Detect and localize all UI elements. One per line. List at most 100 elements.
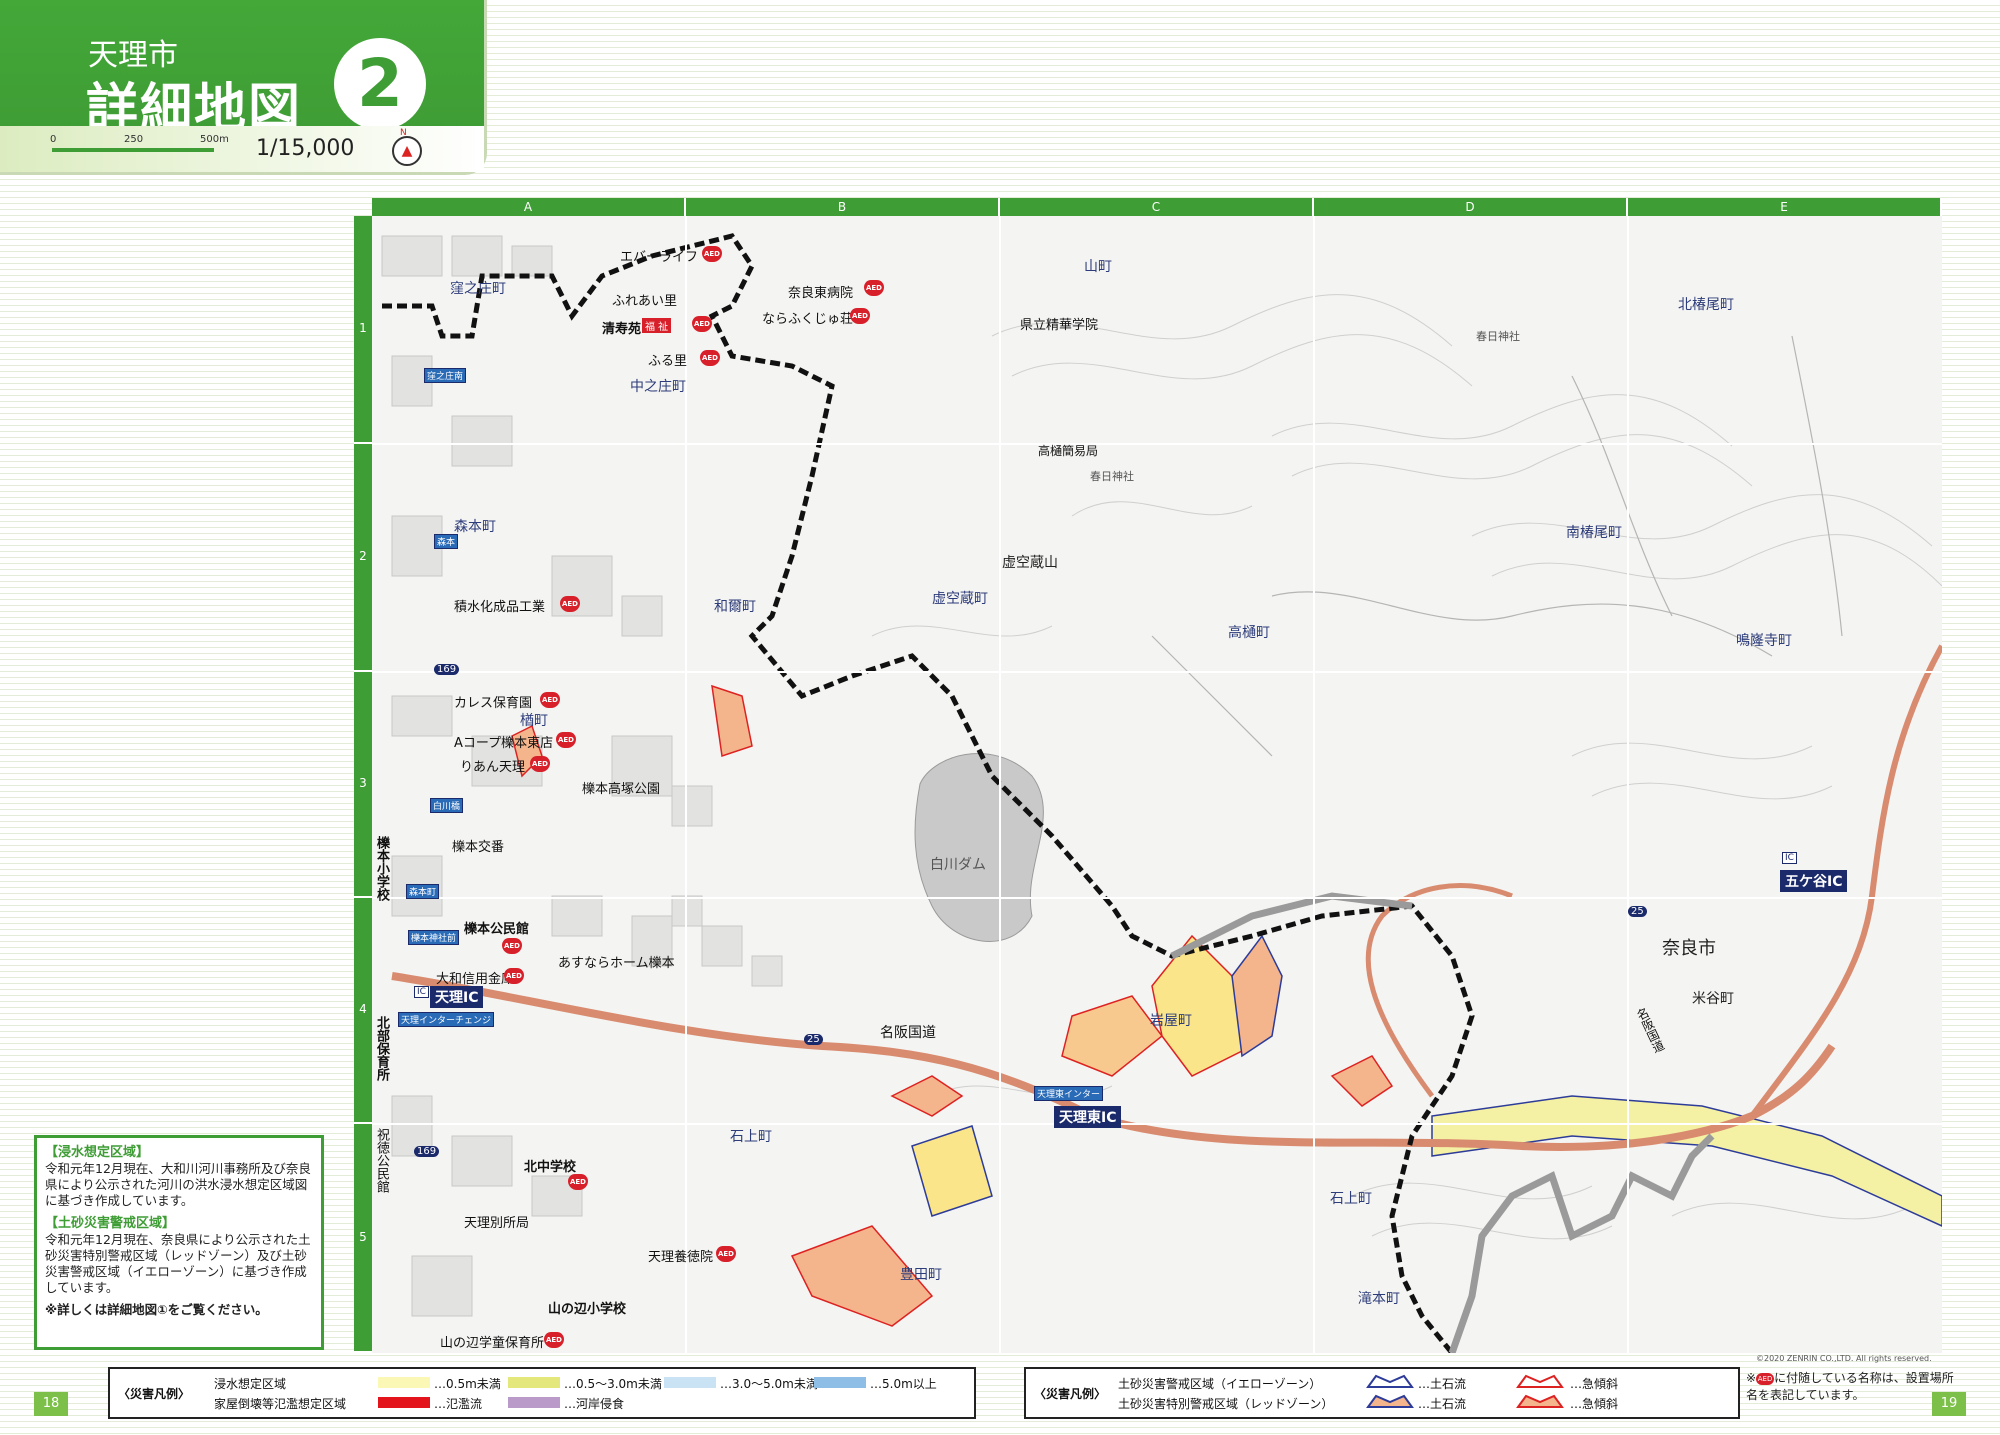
legend-sediment: 〈災害凡例〉 土砂災害警戒区域（イエローゾーン） 土砂災害特別警戒区域（レッドゾ… bbox=[1024, 1367, 1740, 1419]
aed-icon: AED bbox=[568, 1174, 588, 1190]
label-nakanoshocho: 中之庄町 bbox=[630, 379, 686, 395]
grid-row-4: 4 bbox=[354, 898, 372, 1124]
label-moricho: 森本町 bbox=[454, 519, 496, 535]
aed-icon: AED bbox=[700, 350, 720, 366]
facility-narafukujusou: ならふくじゅ荘 bbox=[762, 312, 854, 327]
facility-yamanobe-hoiku: 山の辺学童保育所 bbox=[440, 1336, 545, 1351]
debris-yellow-symbol bbox=[1366, 1374, 1414, 1388]
aed-icon: AED bbox=[540, 692, 560, 708]
flood-info-title: 【浸水想定区域】 bbox=[45, 1145, 150, 1160]
legend-sediment-title: 〈災害凡例〉 bbox=[1034, 1387, 1107, 1401]
facility-takahi-post: 高樋簡易局 bbox=[1038, 444, 1099, 458]
ic-tenri-east-interchange-tag: 天理東インター bbox=[1034, 1086, 1104, 1101]
label-isonokamicho-east: 石上町 bbox=[1330, 1191, 1372, 1207]
bus-stop-mori: 森本 bbox=[434, 534, 459, 549]
ic-tenri-east[interactable]: 天理東IC bbox=[1054, 1106, 1122, 1128]
aed-note: ※ AED に付随している名称は、設置場所名を表記しています。 bbox=[1746, 1370, 1956, 1404]
facility-daiwa-bank: 大和信用金庫 bbox=[436, 972, 515, 987]
swatch-bank-erosion bbox=[508, 1397, 560, 1408]
grid-row-2: 2 bbox=[354, 444, 372, 672]
facility-kita-jhs: 北中学校 bbox=[524, 1160, 577, 1175]
aed-icon: AED bbox=[560, 596, 580, 612]
grid-col-b: B bbox=[686, 198, 1000, 216]
aed-icon: AED bbox=[850, 308, 870, 324]
legend-debris-flow: …土石流 bbox=[1418, 1377, 1467, 1391]
aed-icon: AED bbox=[692, 316, 712, 332]
see-more-note: ※詳しくは詳細地図①をご覧ください。 bbox=[45, 1302, 268, 1317]
aed-note-prefix: ※ bbox=[1746, 1371, 1757, 1385]
bus-stop-shirakawa: 白川橋 bbox=[430, 798, 464, 813]
road-meihan: 名阪国道 bbox=[880, 1025, 936, 1041]
swatch-flood-flow bbox=[378, 1397, 430, 1408]
grid-col-a: A bbox=[372, 198, 686, 216]
swatch-over-5m bbox=[814, 1377, 866, 1388]
map-area[interactable]: 窪之庄町 中之庄町 山町 北椿尾町 森本町 和爾町 虚空蔵町 高樋町 南椿尾町 … bbox=[372, 216, 1942, 1353]
slope-red-symbol bbox=[1516, 1394, 1564, 1408]
label-shirakawa-dam: 白川ダム bbox=[930, 857, 986, 873]
facility-shukutoku: 祝徳公民館 bbox=[374, 1128, 389, 1193]
bus-stop-kubo: 窪之庄南 bbox=[424, 368, 467, 383]
legend-flood: 〈災害凡例〉 浸水想定区域 家屋倒壊等氾濫想定区域 …0.5m未満 …0.5～3… bbox=[108, 1367, 976, 1419]
ic-small-tag: IC bbox=[414, 986, 429, 998]
label-kokuzozan: 虚空蔵山 bbox=[1002, 555, 1058, 571]
grid-col-e: E bbox=[1628, 198, 1942, 216]
aed-icon: AED bbox=[502, 938, 522, 954]
facility-nara-east-hospital: 奈良東病院 bbox=[788, 286, 854, 301]
ic-tenri-interchange-tag: 天理インターチェンジ bbox=[398, 1012, 495, 1027]
label-iwayacho: 岩屋町 bbox=[1150, 1013, 1192, 1029]
label-isonokamicho: 石上町 bbox=[730, 1129, 772, 1145]
facility-yotokuin: 天理養徳院 bbox=[648, 1250, 714, 1265]
facility-kominkan: 櫟本公民館 bbox=[464, 922, 530, 937]
facility-park: 櫟本高塚公園 bbox=[582, 782, 661, 797]
aed-icon: AED bbox=[530, 756, 550, 772]
legend-05-3m: …0.5～3.0m未満 bbox=[564, 1377, 662, 1391]
legend-yellow-zone: 土砂災害警戒区域（イエローゾーン） bbox=[1118, 1377, 1322, 1391]
legend-bank-erosion: …河岸侵食 bbox=[564, 1397, 625, 1411]
legend-flood-flow: …氾濫流 bbox=[434, 1397, 483, 1411]
grid-row-1: 1 bbox=[354, 216, 372, 444]
facility-elementary: 櫟本小学校 bbox=[374, 836, 389, 901]
facility-furusato: ふる里 bbox=[648, 354, 688, 369]
ic-gokatani[interactable]: 五ケ谷IC bbox=[1780, 870, 1848, 892]
swatch-3-5m bbox=[664, 1377, 716, 1388]
debris-red-symbol bbox=[1366, 1394, 1414, 1408]
label-yamacho: 山町 bbox=[1084, 259, 1112, 275]
shirakawa-dam-lake bbox=[914, 753, 1044, 942]
legend-collapse-area: 家屋倒壊等氾濫想定区域 bbox=[214, 1397, 347, 1411]
facility-seijuen: 清寿苑 bbox=[602, 322, 642, 337]
copyright: ©2020 ZENRIN CO.,LTD. All rights reserve… bbox=[1756, 1354, 1932, 1363]
facility-hokubu-hoikusho: 北部保育所 bbox=[374, 1016, 389, 1081]
legend-debris-flow-red: …土石流 bbox=[1418, 1397, 1467, 1411]
scale-bar bbox=[52, 148, 214, 152]
label-toyodacho: 豊田町 bbox=[900, 1267, 942, 1283]
aed-note-text: に付随している名称は、設置場所名を表記しています。 bbox=[1746, 1371, 1954, 1402]
aed-icon: AED bbox=[544, 1332, 564, 1348]
aed-icon: AED bbox=[702, 246, 722, 262]
facility-yamanobe-elementary: 山の辺小学校 bbox=[548, 1302, 627, 1317]
label-kasuga-shrine: 春日神社 bbox=[1476, 330, 1520, 343]
urban-blocks bbox=[381, 235, 783, 1317]
aed-icon: AED bbox=[1756, 1372, 1775, 1385]
legend-under-05m: …0.5m未満 bbox=[434, 1377, 501, 1391]
label-kasuga-shrine-2: 春日神社 bbox=[1090, 470, 1134, 483]
facility-karesu: カレス保育園 bbox=[454, 696, 533, 711]
swatch-05-3m bbox=[508, 1377, 560, 1388]
legend-flood-area: 浸水想定区域 bbox=[214, 1377, 287, 1391]
legend-steep-slope: …急傾斜 bbox=[1570, 1377, 1619, 1391]
streams bbox=[1151, 335, 1843, 757]
legend-steep-slope-red: …急傾斜 bbox=[1570, 1397, 1619, 1411]
legend-3-5m: …3.0～5.0m未満 bbox=[720, 1377, 818, 1391]
swatch-under-05m bbox=[378, 1377, 430, 1388]
facility-prefectural-school: 県立精華学院 bbox=[1020, 318, 1099, 333]
scale-tick-250: 250 bbox=[124, 134, 144, 145]
expressway-branch bbox=[1365, 883, 1513, 1098]
disaster-info-box: 【浸水想定区域】 令和元年12月現在、大和川河川事務所及び奈良県により公示された… bbox=[34, 1135, 324, 1350]
label-wanicho: 和爾町 bbox=[714, 599, 756, 615]
aed-icon: AED bbox=[504, 968, 524, 984]
grid-col-c: C bbox=[1000, 198, 1314, 216]
ic-tenri[interactable]: 天理IC bbox=[430, 986, 484, 1008]
legend-over-5m: …5.0m以上 bbox=[870, 1377, 937, 1391]
label-takahicho: 高樋町 bbox=[1228, 625, 1270, 641]
compass-icon: ▲ bbox=[392, 136, 422, 166]
label-yonetanicho: 米谷町 bbox=[1692, 991, 1734, 1007]
